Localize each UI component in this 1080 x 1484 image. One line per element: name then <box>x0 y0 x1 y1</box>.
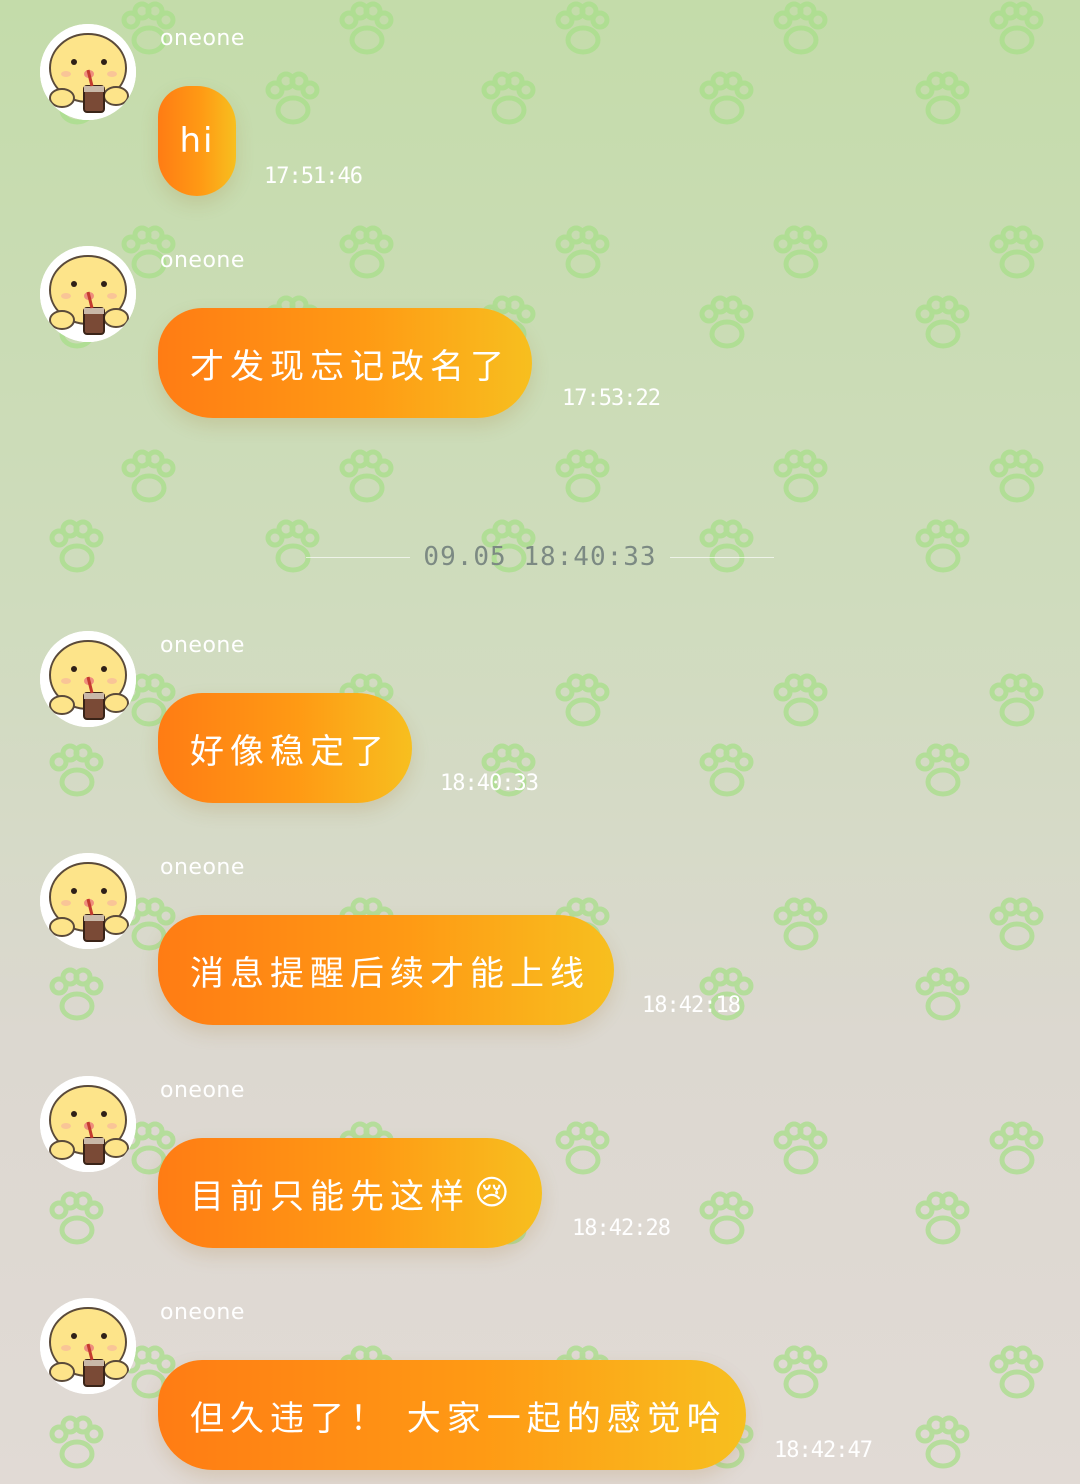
message-row: oneone hi 17:51:46 <box>0 0 1080 200</box>
message-text: 才发现忘记改名了 <box>190 346 510 387</box>
sender-name: oneone <box>160 1078 245 1103</box>
message-timestamp: 18:42:47 <box>774 1438 873 1463</box>
avatar[interactable] <box>40 246 136 342</box>
avatar[interactable] <box>40 631 136 727</box>
cartoon-chick-avatar-icon <box>40 246 136 342</box>
message-text: 消息提醒后续才能上线 <box>190 953 590 994</box>
crying-face-emoji-icon: 😢 <box>474 1173 516 1213</box>
avatar[interactable] <box>40 853 136 949</box>
message-bubble[interactable]: 目前只能先这样 😢 <box>158 1138 542 1248</box>
cartoon-chick-avatar-icon <box>40 1298 136 1394</box>
cartoon-chick-avatar-icon <box>40 631 136 727</box>
message-bubble[interactable]: hi <box>158 86 236 196</box>
message-row: oneone 才发现忘记改名了 17:53:22 <box>0 222 1080 422</box>
message-text: 目前只能先这样 <box>190 1176 470 1217</box>
message-bubble[interactable]: 才发现忘记改名了 <box>158 308 532 418</box>
divider-timestamp: 09.05 18:40:33 <box>423 542 657 572</box>
message-row: oneone 目前只能先这样 😢 18:42:28 <box>0 1052 1080 1252</box>
message-text: hi <box>179 121 215 161</box>
message-timestamp: 17:53:22 <box>562 386 661 411</box>
message-timestamp: 18:40:33 <box>440 771 539 796</box>
message-timestamp: 18:42:28 <box>572 1216 671 1241</box>
sender-name: oneone <box>160 855 245 880</box>
date-divider: 09.05 18:40:33 <box>0 540 1080 580</box>
message-row: oneone 消息提醒后续才能上线 18:42:18 <box>0 829 1080 1029</box>
paw-print-icon <box>773 449 828 503</box>
sender-name: oneone <box>160 26 245 51</box>
message-row: oneone 好像稳定了 18:40:33 <box>0 607 1080 807</box>
sender-name: oneone <box>160 633 245 658</box>
message-text: 但久违了！ 大家一起的感觉哈 <box>190 1398 727 1439</box>
avatar[interactable] <box>40 1298 136 1394</box>
paw-print-icon <box>989 449 1044 503</box>
message-bubble[interactable]: 消息提醒后续才能上线 <box>158 915 614 1025</box>
divider-line-right <box>670 557 774 558</box>
message-timestamp: 17:51:46 <box>264 164 363 189</box>
sender-name: oneone <box>160 248 245 273</box>
message-text: 好像稳定了 <box>190 731 390 772</box>
paw-print-icon <box>555 449 610 503</box>
sender-name: oneone <box>160 1300 245 1325</box>
avatar[interactable] <box>40 24 136 120</box>
avatar[interactable] <box>40 1076 136 1172</box>
message-bubble[interactable]: 好像稳定了 <box>158 693 412 803</box>
message-row: oneone 但久违了！ 大家一起的感觉哈 18:42:47 <box>0 1274 1080 1474</box>
paw-print-icon <box>121 449 176 503</box>
message-timestamp: 18:42:18 <box>642 993 741 1018</box>
cartoon-chick-avatar-icon <box>40 24 136 120</box>
cartoon-chick-avatar-icon <box>40 1076 136 1172</box>
message-bubble[interactable]: 但久违了！ 大家一起的感觉哈 <box>158 1360 746 1470</box>
paw-print-icon <box>339 449 394 503</box>
cartoon-chick-avatar-icon <box>40 853 136 949</box>
